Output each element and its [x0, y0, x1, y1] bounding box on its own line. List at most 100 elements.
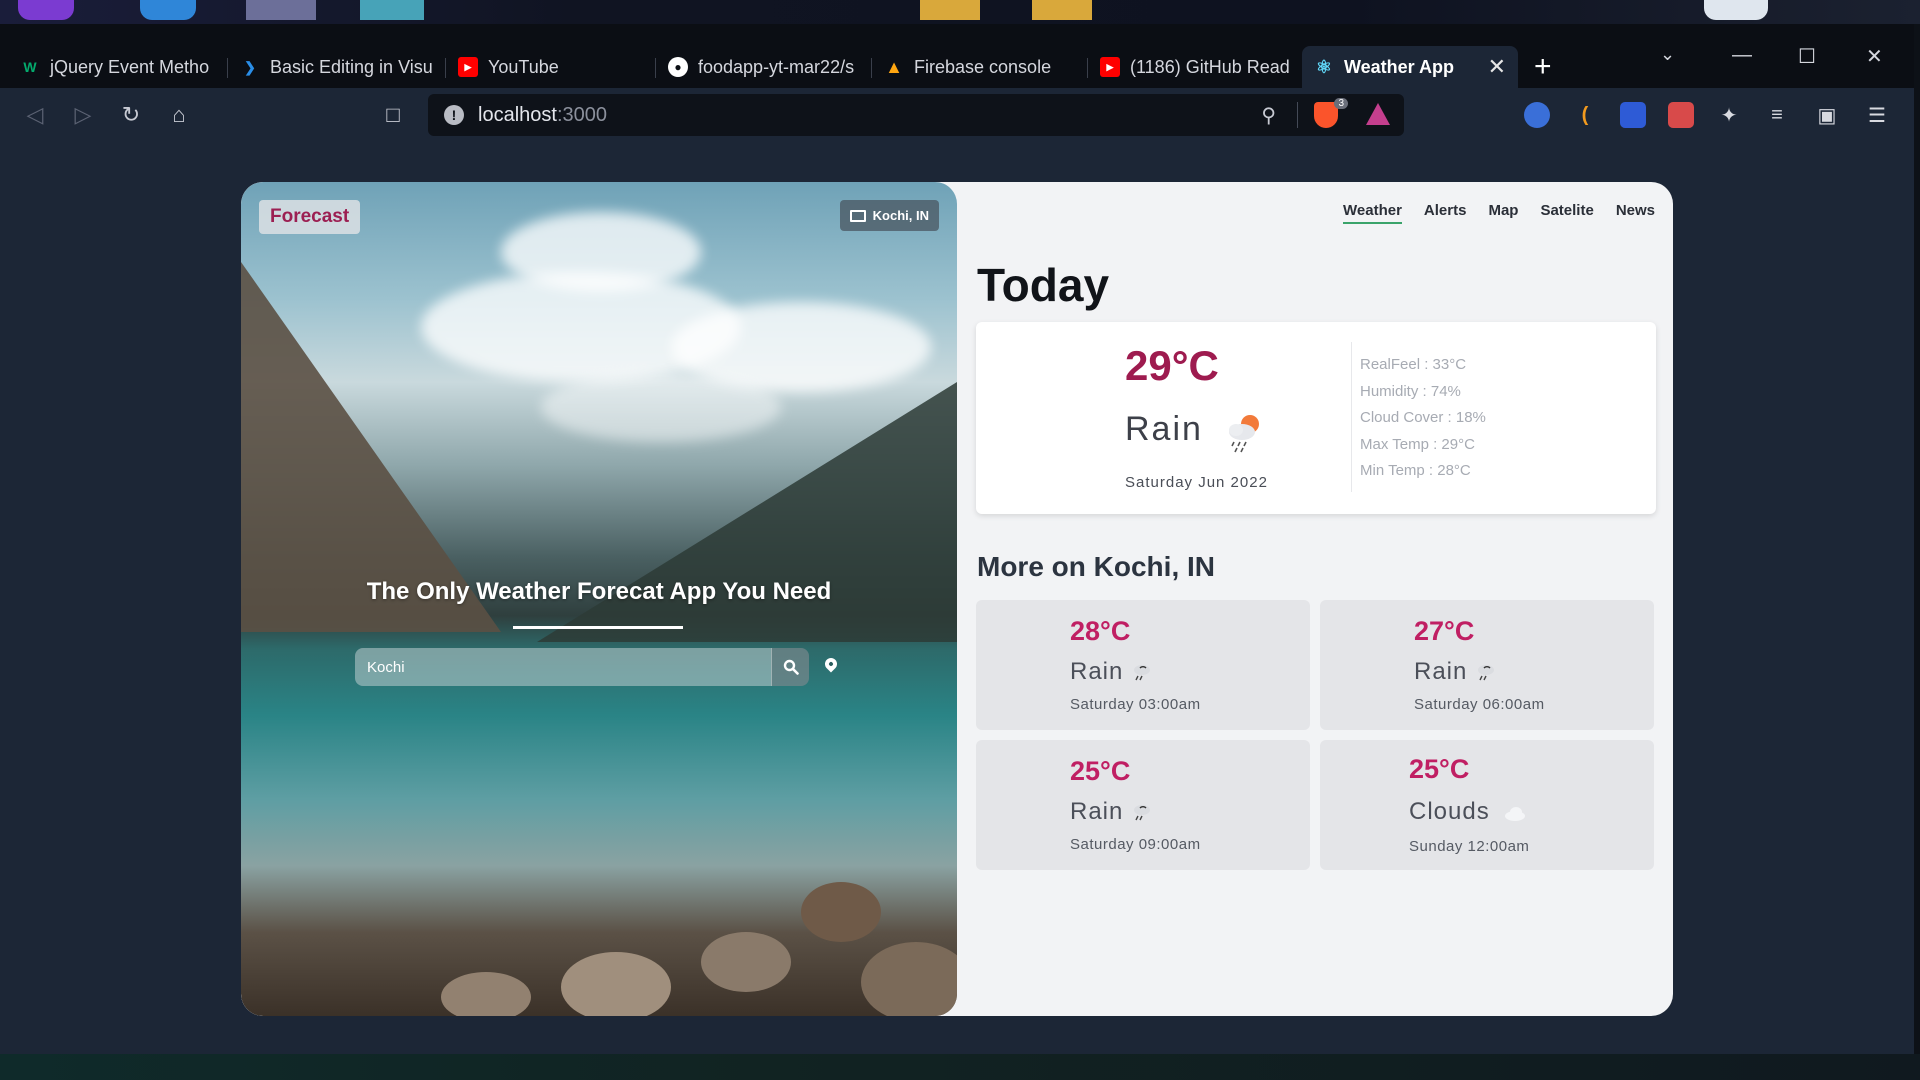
desktop-app-icon — [140, 0, 196, 20]
city-search-input[interactable] — [355, 648, 771, 686]
bookmark-icon[interactable]: □ — [380, 102, 406, 128]
forecast-card: 27°C Rain Saturday 06:00am — [1320, 600, 1654, 730]
new-tab-button[interactable]: + — [1534, 52, 1552, 82]
forecast-temperature: 27°C — [1414, 616, 1475, 646]
page-viewport: Forecast Kochi, IN The Only Weather Fore… — [0, 142, 1914, 1054]
card-divider — [1351, 342, 1352, 492]
wallet-icon[interactable]: ▣ — [1814, 102, 1840, 128]
tab-list-chevron-icon[interactable]: ⌄ — [1660, 44, 1675, 65]
close-tab-icon[interactable]: ✕ — [1478, 54, 1506, 80]
more-on-location-heading: More on Kochi, IN — [977, 551, 1215, 582]
url-text[interactable]: localhost:3000 — [478, 104, 607, 127]
forecast-temperature: 25°C — [1070, 756, 1131, 786]
menu-icon[interactable]: ☰ — [1864, 102, 1890, 128]
today-heading: Today — [977, 259, 1110, 311]
realfeel-text: RealFeel : 33°C — [1360, 356, 1467, 373]
tab-5[interactable]: ▶ (1186) GitHub Read — [1088, 46, 1300, 88]
forecast-condition: Rain — [1070, 798, 1124, 825]
forecast-time: Saturday 06:00am — [1414, 696, 1545, 713]
mountain-shape — [241, 262, 501, 632]
today-condition: Rain — [1125, 410, 1203, 448]
hero-title: The Only Weather Forecat App You Need — [366, 578, 832, 605]
cloud-cover-text: Cloud Cover : 18% — [1360, 409, 1486, 426]
nav-satelite[interactable]: Satelite — [1540, 202, 1593, 224]
rock-shape — [801, 882, 881, 942]
tab-label: (1186) GitHub Read — [1130, 56, 1290, 77]
tab-1[interactable]: ❯ Basic Editing in Visu — [228, 46, 446, 88]
rock-shape — [861, 942, 957, 1016]
back-icon[interactable]: ◁ — [22, 102, 48, 128]
desktop-app-icon — [18, 0, 74, 20]
brave-rewards-icon[interactable] — [1366, 103, 1390, 125]
rain-icon — [1134, 665, 1150, 681]
forward-icon[interactable]: ▷ — [70, 102, 96, 128]
extension-icon[interactable]: ( — [1572, 102, 1598, 128]
nav-news[interactable]: News — [1616, 202, 1655, 224]
rock-shape — [441, 972, 531, 1016]
tab-label: Basic Editing in Visu — [270, 56, 433, 77]
search-button[interactable] — [771, 648, 809, 686]
min-temp-text: Min Temp : 28°C — [1360, 462, 1471, 479]
rock-shape — [701, 932, 791, 992]
tab-4[interactable]: ▲ Firebase console — [872, 46, 1088, 88]
forecast-condition: Rain — [1414, 658, 1468, 685]
github-icon: ● — [668, 57, 688, 77]
forecast-logo-button[interactable]: Forecast — [259, 200, 361, 234]
tab-0[interactable]: W jQuery Event Metho — [8, 46, 228, 88]
forecast-condition: Rain — [1070, 658, 1124, 685]
tab-6-active[interactable]: ⚛ Weather App ✕ — [1302, 46, 1518, 88]
w3schools-icon: W — [23, 59, 37, 75]
rock-shape — [561, 952, 671, 1016]
hero-image-panel: Forecast Kochi, IN The Only Weather Fore… — [241, 182, 957, 1016]
forecast-card: 28°C Rain Saturday 03:00am — [976, 600, 1310, 730]
tab-3[interactable]: ● foodapp-yt-mar22/s — [656, 46, 872, 88]
map-icon — [849, 209, 866, 222]
location-badge-label: Kochi, IN — [872, 208, 929, 223]
maximize-button[interactable]: ☐ — [1798, 44, 1816, 69]
forecast-time: Saturday 09:00am — [1070, 836, 1201, 853]
zoom-icon[interactable]: ⚲ — [1261, 103, 1276, 128]
forecast-temperature: 28°C — [1070, 616, 1131, 646]
nav-alerts[interactable]: Alerts — [1424, 202, 1467, 224]
extension-icon[interactable] — [1620, 102, 1646, 128]
firebase-icon: ▲ — [885, 56, 903, 77]
desktop-app-icon — [246, 0, 316, 20]
nav-map[interactable]: Map — [1488, 202, 1518, 224]
address-bar[interactable]: ! localhost:3000 ⚲ 3 — [428, 94, 1404, 136]
humidity-text: Humidity : 74% — [1360, 382, 1461, 400]
reload-icon[interactable]: ↻ — [118, 102, 144, 128]
home-icon[interactable]: ⌂ — [166, 102, 192, 128]
react-icon: ⚛ — [1315, 56, 1333, 77]
tab-label: YouTube — [488, 56, 559, 77]
today-temperature: 29°C — [1125, 342, 1219, 389]
site-info-icon[interactable]: ! — [444, 105, 464, 125]
extension-icon[interactable] — [1668, 102, 1694, 128]
search-icon — [783, 659, 799, 675]
minimize-button[interactable]: — — [1732, 44, 1752, 67]
playlist-icon[interactable]: ≡ — [1764, 102, 1790, 128]
nav-weather[interactable]: Weather — [1343, 202, 1402, 224]
extensions-puzzle-icon[interactable]: ✦ — [1716, 102, 1742, 128]
desktop-app-icon — [1704, 0, 1768, 20]
rain-icon — [1478, 665, 1494, 681]
location-pin-icon[interactable] — [822, 655, 840, 673]
close-window-button[interactable]: ✕ — [1866, 44, 1883, 69]
browser-window: W jQuery Event Metho ❯ Basic Editing in … — [0, 24, 1914, 1054]
weather-app-card: Forecast Kochi, IN The Only Weather Fore… — [241, 182, 1673, 1016]
location-badge[interactable]: Kochi, IN — [839, 200, 939, 231]
today-details: RealFeel : 33°C Humidity : 74% Cloud Cov… — [1360, 352, 1486, 485]
desktop-top-strip — [0, 0, 1920, 24]
main-nav: Weather Alerts Map Satelite News — [1343, 202, 1655, 224]
forecast-time: Sunday 12:00am — [1409, 838, 1530, 855]
vscode-icon: ❯ — [244, 58, 256, 75]
address-separator — [1297, 102, 1298, 128]
today-card: 29°C Rain Saturday Jun 2022 RealFeel : 3… — [976, 322, 1656, 514]
shields-count-badge: 3 — [1334, 98, 1348, 109]
url-port: :3000 — [556, 103, 607, 126]
forecast-temperature: 25°C — [1409, 754, 1470, 784]
youtube-icon: ▶ — [458, 57, 478, 77]
desktop-bottom-strip — [0, 1054, 1920, 1080]
extension-icon[interactable] — [1524, 102, 1550, 128]
tab-2[interactable]: ▶ YouTube — [446, 46, 656, 88]
cloud-icon — [1505, 807, 1525, 821]
